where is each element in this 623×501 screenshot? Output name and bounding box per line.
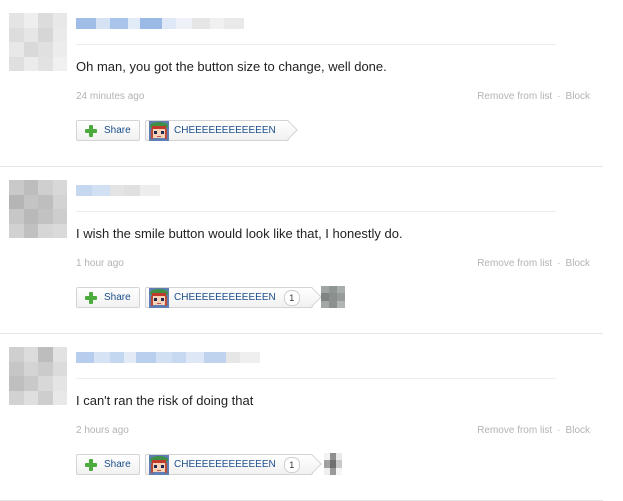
- plus-icon: [84, 291, 98, 305]
- share-label: Share: [104, 292, 131, 303]
- timestamp[interactable]: 1 hour ago: [76, 258, 124, 269]
- comment-post: I wish the smile button would look like …: [0, 167, 623, 334]
- block-link[interactable]: Block: [566, 258, 590, 269]
- divider: [76, 378, 556, 379]
- emote-count: 1: [283, 456, 300, 473]
- comment-post: Oh man, you got the button size to chang…: [0, 0, 623, 167]
- avatar[interactable]: [9, 180, 67, 238]
- share-button[interactable]: Share: [76, 287, 140, 308]
- emote-button[interactable]: CHEEEEEEEEEEEEN 1: [145, 287, 313, 308]
- separator-dot: ·: [557, 91, 561, 102]
- character-face-icon: [149, 455, 169, 475]
- emote-button[interactable]: CHEEEEEEEEEEEEN 1: [145, 454, 313, 475]
- divider: [76, 44, 556, 45]
- post-actions: Remove from list · Block: [477, 91, 590, 102]
- character-face-icon: [149, 121, 169, 141]
- author-name[interactable]: [76, 185, 160, 196]
- reactor-avatar[interactable]: [324, 453, 342, 475]
- character-face-icon: [149, 288, 169, 308]
- comment-post: I can't ran the risk of doing that 2 hou…: [0, 334, 623, 501]
- block-link[interactable]: Block: [566, 425, 590, 436]
- author-name[interactable]: [76, 18, 244, 29]
- share-label: Share: [104, 125, 131, 136]
- separator-dot: ·: [557, 258, 561, 269]
- comment-text: Oh man, you got the button size to chang…: [76, 59, 387, 74]
- emote-label: CHEEEEEEEEEEEEN: [174, 125, 276, 136]
- plus-icon: [84, 458, 98, 472]
- emote-count: 1: [283, 289, 300, 306]
- emote-button[interactable]: CHEEEEEEEEEEEEN: [145, 120, 289, 141]
- share-button[interactable]: Share: [76, 454, 140, 475]
- divider: [76, 211, 556, 212]
- remove-from-list-link[interactable]: Remove from list: [477, 91, 552, 102]
- emote-label: CHEEEEEEEEEEEEN: [174, 292, 276, 303]
- post-actions: Remove from list · Block: [477, 425, 590, 436]
- reactor-avatar[interactable]: [321, 286, 345, 308]
- timestamp[interactable]: 24 minutes ago: [76, 91, 144, 102]
- timestamp[interactable]: 2 hours ago: [76, 425, 129, 436]
- share-label: Share: [104, 459, 131, 470]
- post-actions: Remove from list · Block: [477, 258, 590, 269]
- emote-label: CHEEEEEEEEEEEEN: [174, 459, 276, 470]
- remove-from-list-link[interactable]: Remove from list: [477, 425, 552, 436]
- separator-dot: ·: [557, 425, 561, 436]
- comment-text: I wish the smile button would look like …: [76, 226, 403, 241]
- plus-icon: [84, 124, 98, 138]
- comment-text: I can't ran the risk of doing that: [76, 393, 254, 408]
- author-name[interactable]: [76, 352, 260, 363]
- avatar[interactable]: [9, 13, 67, 71]
- avatar[interactable]: [9, 347, 67, 405]
- block-link[interactable]: Block: [566, 91, 590, 102]
- remove-from-list-link[interactable]: Remove from list: [477, 258, 552, 269]
- share-button[interactable]: Share: [76, 120, 140, 141]
